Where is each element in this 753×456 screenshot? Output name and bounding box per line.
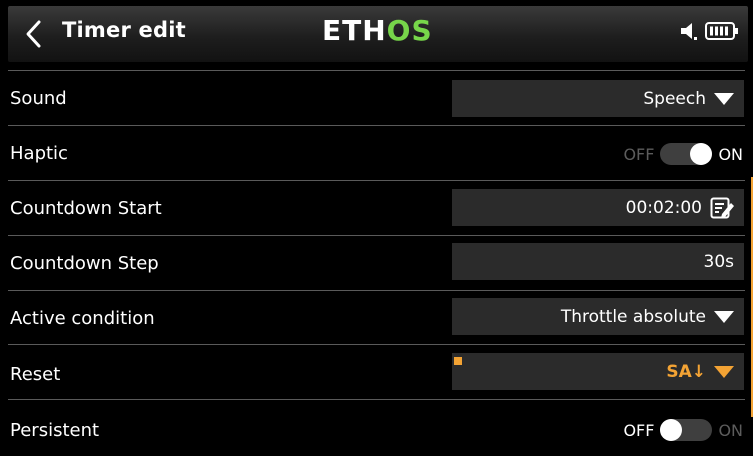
active-condition-row: Active condition Throttle absolute [0, 290, 753, 346]
back-button[interactable] [14, 13, 54, 55]
haptic-on-label: ON [718, 144, 743, 164]
sound-row: Sound Speech [0, 70, 753, 126]
haptic-switch[interactable] [660, 143, 713, 165]
countdown-step-field[interactable]: 30s [452, 243, 744, 280]
page-title: Timer edit [62, 18, 186, 42]
row-divider [8, 399, 745, 400]
logo-text-eth: ETH [322, 14, 387, 47]
switch-knob [660, 419, 683, 441]
reset-label: Reset [10, 364, 61, 385]
countdown-step-row: Countdown Step 30s [0, 235, 753, 291]
row-divider [8, 344, 745, 345]
persistent-row: Persistent OFF ON [0, 399, 753, 455]
persistent-switch[interactable] [660, 419, 713, 441]
status-icons [679, 20, 739, 42]
haptic-label: Haptic [10, 143, 68, 164]
countdown-start-label: Countdown Start [10, 198, 162, 219]
edit-icon[interactable] [710, 197, 734, 219]
countdown-start-field[interactable]: 00:02:00 [452, 189, 744, 226]
persistent-label: Persistent [10, 420, 100, 441]
row-divider [8, 290, 745, 291]
battery-icon [705, 22, 738, 40]
chevron-left-icon [26, 20, 41, 48]
caret-down-icon [714, 92, 734, 105]
countdown-start-value: 00:02:00 [625, 197, 702, 218]
row-divider [8, 125, 745, 126]
ethos-logo: ETHOS [322, 14, 433, 48]
persistent-on-label: ON [718, 420, 743, 440]
row-divider [8, 180, 745, 181]
haptic-row: Haptic OFF ON [0, 125, 753, 181]
haptic-off-label: OFF [623, 144, 655, 164]
active-condition-dropdown[interactable]: Throttle absolute [452, 298, 744, 335]
row-divider [8, 70, 745, 71]
caret-down-icon [714, 365, 734, 378]
logo-text-os: OS [386, 14, 433, 47]
active-condition-label: Active condition [10, 308, 155, 329]
haptic-toggle[interactable]: OFF ON [623, 143, 743, 165]
caret-down-icon [714, 310, 734, 323]
switch-knob [690, 143, 713, 165]
sound-label: Sound [10, 88, 67, 109]
title-bar: Timer edit ETHOS [0, 0, 753, 62]
reset-value: SA↓ [666, 361, 706, 382]
focus-indicator [454, 357, 462, 365]
countdown-start-row: Countdown Start 00:02:00 [0, 180, 753, 236]
countdown-step-value: 30s [703, 251, 735, 272]
reset-dropdown[interactable]: SA↓ [452, 353, 744, 390]
sound-dropdown[interactable]: Speech [452, 80, 744, 117]
persistent-off-label: OFF [623, 420, 655, 440]
reset-row: Reset SA↓ [0, 344, 753, 400]
countdown-step-label: Countdown Step [10, 253, 159, 274]
speaker-icon[interactable] [679, 20, 701, 42]
persistent-toggle[interactable]: OFF ON [623, 419, 743, 441]
active-condition-value: Throttle absolute [560, 306, 706, 327]
sound-value: Speech [643, 88, 706, 109]
row-divider [8, 235, 745, 236]
